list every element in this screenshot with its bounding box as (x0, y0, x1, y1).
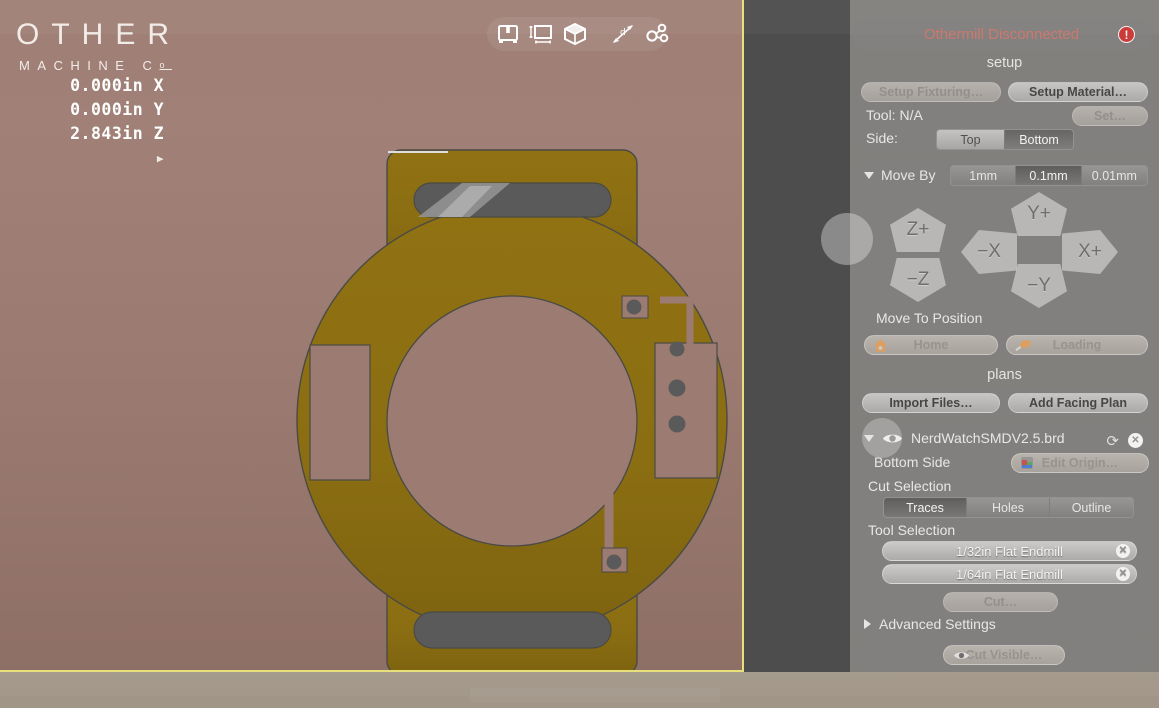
cut-option-traces[interactable]: Traces (884, 498, 967, 517)
move-to-position-label: Move To Position (876, 310, 983, 326)
loading-button[interactable]: Loading (1006, 335, 1148, 355)
error-badge-icon[interactable]: ! (1118, 26, 1135, 43)
othermill-otherplan-window: OTHER MACHINE Co 0.000in X 0.000in Y 2.8… (0, 0, 1159, 708)
viewport-toolbar: d (487, 17, 669, 51)
step-size-segmented-control[interactable]: 1mm 0.1mm 0.01mm (950, 165, 1148, 186)
cut-visible-label: Cut Visible… (965, 648, 1043, 662)
setup-card: Setup Fixturing… Setup Material… Tool: N… (856, 78, 1153, 152)
viewport-right-accent (742, 0, 744, 672)
cut-visible-eye-icon (953, 650, 970, 661)
setup-section-title: setup (986, 55, 1023, 71)
home-button-label: Home (913, 338, 949, 352)
3d-viewport[interactable]: OTHER MACHINE Co 0.000in X 0.000in Y 2.8… (0, 0, 742, 672)
plans-section-title: plans (987, 367, 1022, 383)
jog-y-minus[interactable]: −Y (1011, 264, 1067, 308)
coord-z: 2.843in Z (70, 124, 164, 143)
add-facing-plan-button[interactable]: Add Facing Plan (1008, 393, 1148, 413)
loading-button-label: Loading (1052, 338, 1102, 352)
readout-expander-icon[interactable]: ▶ (60, 147, 164, 171)
origin-axes-icon (1020, 456, 1034, 470)
advanced-settings-label: Advanced Settings (879, 616, 996, 632)
import-files-button[interactable]: Import Files… (862, 393, 1000, 413)
control-panel: Othermill Disconnected ! setup Setup Fix… (850, 0, 1159, 708)
remove-tool-2-icon[interactable]: ✕ (1116, 567, 1130, 581)
edit-origin-label: Edit Origin… (1041, 456, 1119, 470)
footer-ghost-element (470, 688, 720, 702)
cut-selection-segmented-control[interactable]: Traces Holes Outline (883, 497, 1134, 518)
close-icon[interactable]: ✕ (1128, 433, 1143, 448)
tool-item-2[interactable]: 1/64in Flat Endmill ✕ (882, 564, 1137, 584)
cut-visible-button[interactable]: Cut Visible… (943, 645, 1065, 665)
tool-item-2-label: 1/64in Flat Endmill (956, 566, 1063, 582)
coord-y: 0.000in Y (70, 100, 164, 119)
step-1mm[interactable]: 1mm (951, 166, 1017, 185)
side-label: Side: (866, 130, 898, 146)
jog-z-plus[interactable]: Z+ (890, 208, 946, 252)
tool-label: Tool: N/A (866, 107, 923, 123)
tool-item-1-label: 1/32in Flat Endmill (956, 543, 1063, 559)
jog-y-plus[interactable]: Y+ (1011, 192, 1067, 236)
cut-option-holes[interactable]: Holes (967, 498, 1050, 517)
cube-3d-icon[interactable] (563, 21, 587, 47)
plan-file-name: NerdWatchSMDV2.5.brd (911, 430, 1065, 446)
jog-x-plus[interactable]: X+ (1062, 230, 1118, 274)
jog-x-minus[interactable]: −X (961, 230, 1017, 274)
setup-material-button[interactable]: Setup Material… (1008, 82, 1148, 102)
remove-tool-1-icon[interactable]: ✕ (1116, 544, 1130, 558)
coord-x: 0.000in X (70, 76, 164, 95)
node-path-icon[interactable] (645, 21, 671, 47)
advanced-settings-disclosure-icon[interactable] (864, 619, 871, 629)
refresh-icon[interactable]: ⟳ (1106, 432, 1119, 450)
home-button[interactable]: Home (864, 335, 998, 355)
status-text: Othermill Disconnected (923, 25, 1080, 43)
step-0-01mm[interactable]: 0.01mm (1081, 166, 1147, 185)
brand-logo: OTHER MACHINE Co (16, 18, 181, 74)
tool-selection-label: Tool Selection (868, 522, 956, 538)
status-bar: Othermill Disconnected ! (850, 18, 1153, 50)
dimension-arrows-icon[interactable]: d (611, 21, 635, 47)
bookmark-view-icon[interactable] (497, 21, 519, 47)
side-segmented-control[interactable]: Top Bottom (936, 129, 1074, 150)
logo-line-2: MACHINE Co (19, 58, 172, 73)
setup-fixturing-button[interactable]: Setup Fixturing… (861, 82, 1001, 102)
measure-frame-icon[interactable] (529, 21, 553, 47)
cut-button[interactable]: Cut… (943, 592, 1058, 612)
move-by-disclosure-icon[interactable] (864, 171, 874, 179)
logo-line-1: OTHER (16, 18, 181, 51)
step-0-1mm[interactable]: 0.1mm (1016, 166, 1082, 185)
pointer-highlight (821, 213, 873, 265)
side-option-top[interactable]: Top (937, 130, 1006, 149)
edit-origin-button[interactable]: Edit Origin… (1011, 453, 1149, 473)
tool-item-1[interactable]: 1/32in Flat Endmill ✕ (882, 541, 1137, 561)
move-by-label: Move By (881, 167, 936, 183)
svg-text:d: d (620, 28, 626, 38)
home-icon (873, 338, 888, 353)
cut-selection-label: Cut Selection (868, 478, 952, 494)
jog-z-minus[interactable]: −Z (890, 258, 946, 302)
set-tool-button[interactable]: Set… (1072, 106, 1148, 126)
coordinate-readout: 0.000in X 0.000in Y 2.843in Z ▶ (60, 74, 164, 171)
plan-item-card: NerdWatchSMDV2.5.brd ⟳ ✕ Bottom Side Edi… (856, 422, 1153, 638)
move-by-card: Move By 1mm 0.1mm 0.01mm Z+ −Z Y+ −Y −X … (856, 158, 1153, 358)
eye-hover-highlight (862, 418, 902, 458)
cut-option-outline[interactable]: Outline (1050, 498, 1133, 517)
cut-visible-card: Cut Visible… (856, 641, 1153, 671)
side-option-bottom[interactable]: Bottom (1005, 130, 1073, 149)
plans-actions-card: Import Files… Add Facing Plan (856, 388, 1153, 418)
loading-tool-icon (1015, 338, 1032, 352)
